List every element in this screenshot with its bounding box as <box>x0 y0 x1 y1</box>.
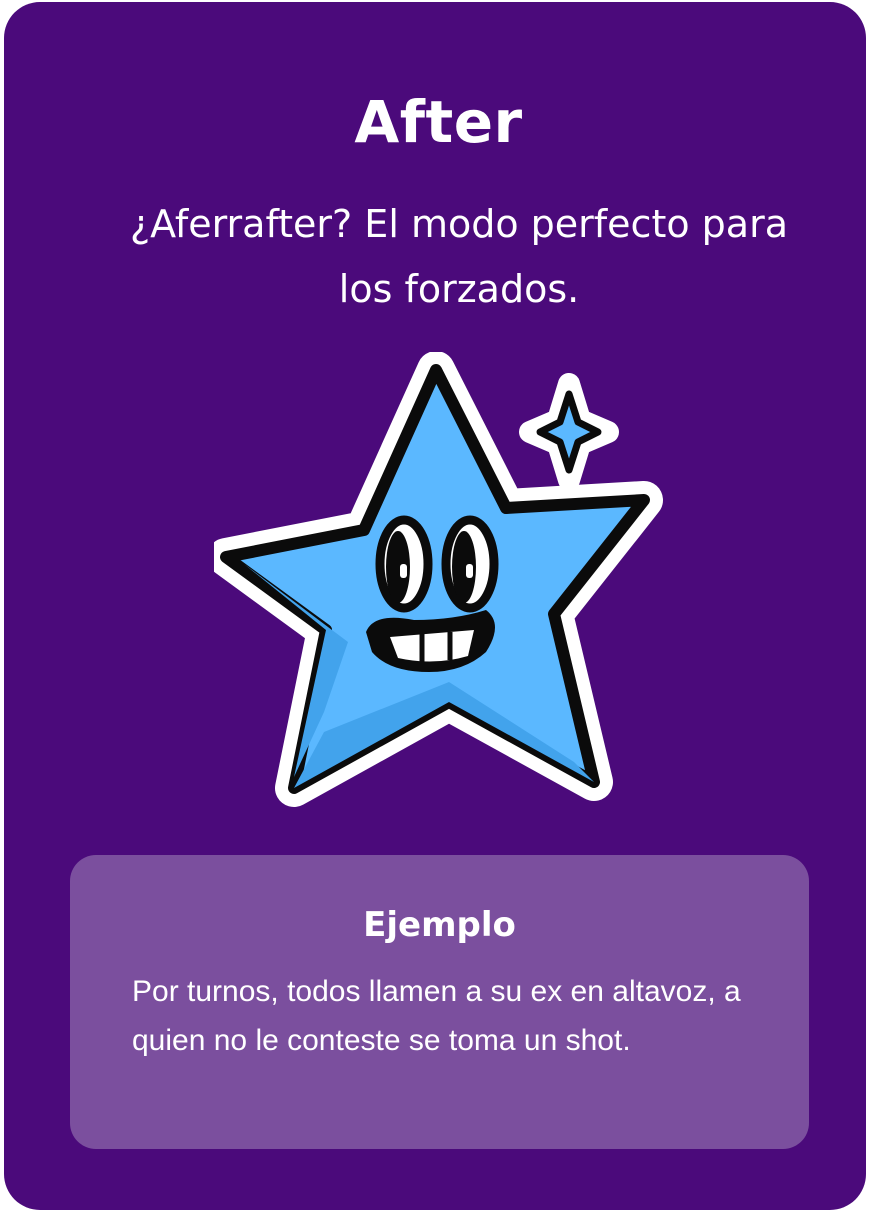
example-text: Por turnos, todos llamen a su ex en alta… <box>132 975 741 1057</box>
sparkle-icon <box>519 373 619 491</box>
smiling-star-icon <box>207 351 664 812</box>
example-panel: Ejemplo Por turnos, todos llamen a su ex… <box>70 855 809 1149</box>
game-card: After ¿Aferrafter? El modo perfecto para… <box>4 2 866 1210</box>
card-subtitle: ¿Aferrafter? El modo perfecto para los f… <box>130 202 788 311</box>
example-heading: Ejemplo <box>363 905 516 945</box>
card-title: After <box>354 88 523 156</box>
